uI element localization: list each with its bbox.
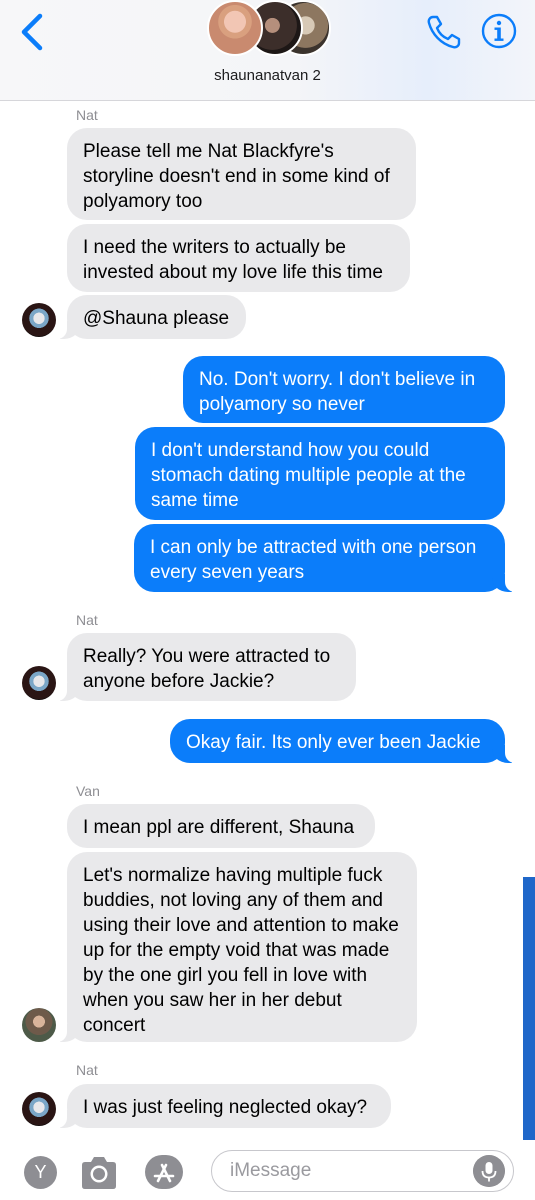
conversation-header: shaunanatvan 2 [0, 0, 535, 101]
info-icon[interactable] [480, 12, 518, 50]
message-text: I was just feeling neglected okay? [83, 1097, 368, 1118]
scrollbar[interactable] [523, 877, 535, 1142]
message-text: Really? You were attracted to anyone bef… [83, 646, 331, 692]
compose-bar: Y iMessage [0, 1140, 535, 1200]
message-bubble[interactable]: @Shauna please [57, 295, 246, 339]
microphone-icon[interactable] [473, 1155, 505, 1187]
message-text: I need the writers to actually be invest… [83, 237, 383, 283]
message-bubble[interactable]: I need the writers to actually be invest… [67, 224, 410, 292]
message-bubble[interactable]: Please tell me Nat Blackfyre's storyline… [67, 128, 416, 220]
sender-name: Nat [76, 1062, 98, 1078]
sender-name: Van [76, 783, 100, 799]
message-text: Please tell me Nat Blackfyre's storyline… [83, 141, 390, 212]
chevron-left-icon[interactable] [14, 10, 54, 54]
message-bubble[interactable]: I can only be attracted with one person … [134, 524, 515, 592]
message-bubble[interactable]: I was just feeling neglected okay? [57, 1084, 391, 1128]
imessage-input[interactable]: iMessage [211, 1150, 514, 1192]
avatar[interactable] [22, 303, 56, 337]
app-store-icon[interactable] [144, 1154, 184, 1190]
avatar[interactable] [22, 1092, 56, 1126]
message-text: Okay fair. Its only ever been Jackie [186, 732, 481, 753]
message-bubble[interactable]: Really? You were attracted to anyone bef… [57, 633, 356, 701]
group-avatars[interactable] [207, 0, 331, 58]
message-bubble[interactable]: I don't understand how you could stomach… [135, 427, 505, 520]
apps-button[interactable]: Y [24, 1156, 57, 1189]
imessage-placeholder: iMessage [230, 1160, 312, 1181]
avatar [207, 0, 263, 56]
group-name[interactable]: shaunanatvan 2 [0, 67, 535, 84]
message-bubble[interactable]: No. Don't worry. I don't believe in poly… [183, 356, 505, 423]
camera-icon[interactable] [78, 1153, 120, 1193]
message-text: I mean ppl are different, Shauna [83, 817, 355, 838]
message-text: No. Don't worry. I don't believe in poly… [199, 369, 476, 415]
avatar[interactable] [22, 1008, 56, 1042]
message-text: Let's normalize having multiple fuck bud… [83, 865, 399, 1036]
message-text: I can only be attracted with one person … [150, 537, 477, 583]
message-text: I don't understand how you could stomach… [151, 440, 466, 511]
message-text: @Shauna please [83, 308, 230, 329]
message-bubble[interactable]: I mean ppl are different, Shauna [67, 804, 375, 848]
sender-name: Nat [76, 612, 98, 628]
avatar[interactable] [22, 666, 56, 700]
message-bubble[interactable]: Let's normalize having multiple fuck bud… [57, 852, 417, 1042]
sender-name: Nat [76, 107, 98, 123]
phone-icon[interactable] [424, 12, 464, 52]
message-bubble[interactable]: Okay fair. Its only ever been Jackie [170, 719, 515, 763]
